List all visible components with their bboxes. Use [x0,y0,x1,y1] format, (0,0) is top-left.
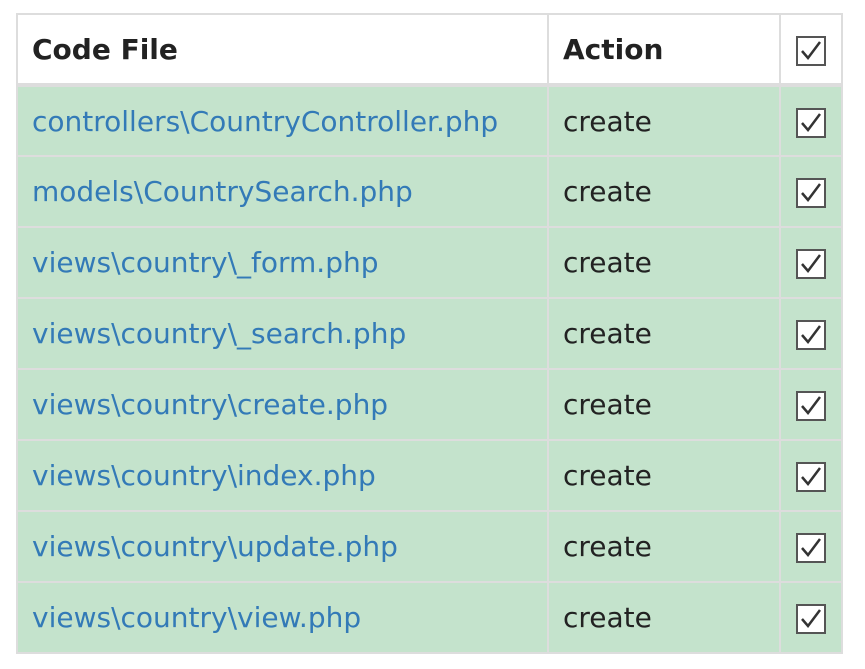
checkbox-checked-icon [796,320,826,350]
select-all-checkbox[interactable] [796,35,826,66]
table-header-row: Code File Action [16,13,843,87]
file-link[interactable]: views\country\_search.php [32,317,406,350]
code-file-cell: views\country\index.php [16,439,549,512]
code-file-cell: views\country\update.php [16,510,549,583]
checkbox-checked-icon [796,178,826,208]
action-label: create [563,175,652,208]
select-cell [779,439,843,512]
checkbox-checked-icon [796,391,826,421]
file-link[interactable]: views\country\update.php [32,530,398,563]
row-checkbox[interactable] [796,249,826,279]
table-row: views\country\create.php create [16,368,843,441]
file-link[interactable]: views\country\view.php [32,601,361,634]
action-label: create [563,246,652,279]
table-row: views\country\_form.php create [16,226,843,299]
action-cell: create [547,510,781,583]
file-link[interactable]: views\country\index.php [32,459,376,492]
action-label: create [563,459,652,492]
action-cell: create [547,439,781,512]
select-cell [779,84,843,157]
file-link[interactable]: models\CountrySearch.php [32,175,413,208]
select-all-cell [779,13,843,87]
select-cell [779,510,843,583]
table-row: views\country\update.php create [16,510,843,583]
code-file-cell: controllers\CountryController.php [16,84,549,157]
code-file-cell: views\country\create.php [16,368,549,441]
row-checkbox[interactable] [796,533,826,563]
select-cell [779,368,843,441]
table-row: views\country\view.php create [16,581,843,654]
row-checkbox[interactable] [796,178,826,208]
checkbox-checked-icon [796,604,826,634]
code-files-table: Code File Action controllers\CountryCont… [16,13,843,654]
file-link[interactable]: views\country\create.php [32,388,388,421]
table-row: models\CountrySearch.php create [16,155,843,228]
action-cell: create [547,297,781,370]
code-file-cell: views\country\_search.php [16,297,549,370]
code-file-cell: views\country\view.php [16,581,549,654]
table-row: views\country\_search.php create [16,297,843,370]
action-cell: create [547,155,781,228]
action-header: Action [547,13,781,87]
row-checkbox[interactable] [796,320,826,350]
table-row: views\country\index.php create [16,439,843,512]
code-file-cell: models\CountrySearch.php [16,155,549,228]
action-cell: create [547,84,781,157]
row-checkbox[interactable] [796,604,826,634]
code-file-header: Code File [16,13,549,87]
select-cell [779,581,843,654]
select-cell [779,226,843,299]
row-checkbox[interactable] [796,391,826,421]
select-cell [779,155,843,228]
action-label: create [563,530,652,563]
checkbox-checked-icon [796,533,826,563]
action-label: create [563,388,652,421]
action-cell: create [547,368,781,441]
action-label: create [563,104,652,138]
checkbox-checked-icon [796,107,826,138]
checkbox-checked-icon [796,249,826,279]
code-file-cell: views\country\_form.php [16,226,549,299]
checkbox-checked-icon [796,462,826,492]
action-label: create [563,601,652,634]
row-checkbox[interactable] [796,107,826,138]
row-checkbox[interactable] [796,462,826,492]
action-cell: create [547,226,781,299]
select-cell [779,297,843,370]
table-row: controllers\CountryController.php create [16,84,843,157]
file-link[interactable]: controllers\CountryController.php [32,105,498,138]
checkbox-checked-icon [796,35,826,66]
action-label: create [563,317,652,350]
action-cell: create [547,581,781,654]
file-link[interactable]: views\country\_form.php [32,246,379,279]
